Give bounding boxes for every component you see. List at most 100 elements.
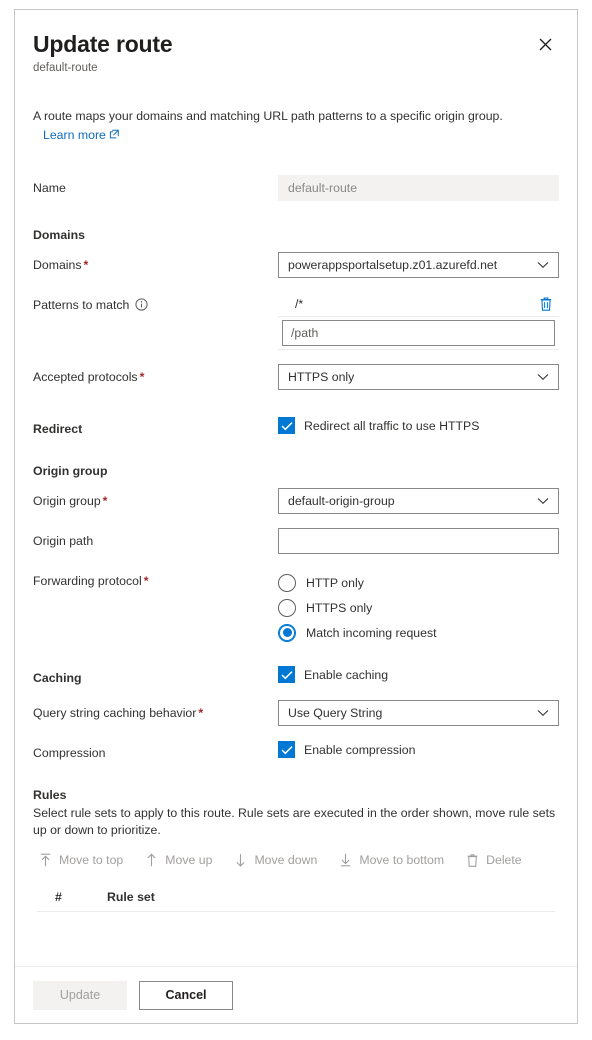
move-to-bottom-command[interactable]: Move to bottom: [335, 847, 452, 873]
forwarding-protocol-row: Forwarding protocol * HTTP only HTTPS onl…: [33, 568, 559, 645]
origin-path-label: Origin path: [33, 534, 94, 548]
rules-section-heading: Rules: [33, 788, 67, 802]
accepted-protocols-label: Accepted protocols *: [33, 364, 278, 385]
origin-path-input[interactable]: [278, 528, 559, 554]
origin-group-section-heading: Origin group: [33, 464, 108, 478]
rules-description: Select rule sets to apply to this route.…: [33, 806, 556, 837]
domains-dropdown-value: powerappsportalsetup.z01.azurefd.net: [288, 258, 498, 272]
close-button[interactable]: [531, 30, 559, 58]
accepted-protocols-dropdown[interactable]: HTTPS only: [278, 364, 559, 390]
domains-section-heading: Domains: [33, 228, 85, 242]
domains-row: Domains * powerappsportalsetup.z01.azuref…: [33, 252, 559, 278]
external-link-icon: [109, 127, 120, 145]
patterns-row: Patterns to match /*: [33, 292, 559, 350]
domains-label-text: Domains: [33, 258, 82, 272]
list-item: /*: [278, 292, 559, 317]
panel-header: Update route default-route: [33, 10, 559, 76]
query-string-label-text: Query string caching behavior: [33, 706, 197, 720]
enable-caching-row[interactable]: Enable caching: [278, 665, 559, 683]
enable-compression-checkbox[interactable]: [278, 741, 295, 758]
move-to-bottom-icon: [339, 853, 352, 867]
move-down-command[interactable]: Move down: [230, 847, 325, 873]
move-up-icon: [145, 853, 158, 867]
domains-dropdown[interactable]: powerappsportalsetup.z01.azurefd.net: [278, 252, 559, 278]
panel-footer: Update Cancel: [15, 966, 577, 1023]
close-icon: [539, 38, 551, 50]
chevron-down-icon: [537, 370, 549, 384]
column-header-index: #: [55, 890, 62, 904]
radio-option-match-incoming-request[interactable]: Match incoming request: [278, 620, 559, 645]
move-to-top-label: Move to top: [59, 853, 124, 867]
redirect-checkbox-row[interactable]: Redirect all traffic to use HTTPS: [278, 416, 559, 434]
chevron-down-icon: [537, 258, 549, 272]
forwarding-protocol-required-marker: *: [143, 574, 149, 588]
forwarding-protocol-label: Forwarding protocol *: [33, 568, 278, 589]
query-string-required-marker: *: [198, 706, 204, 720]
pattern-input[interactable]: [282, 320, 555, 346]
caching-row: Caching Enable caching: [33, 665, 559, 686]
name-field: default-route: [278, 175, 559, 201]
checkmark-icon: [280, 421, 293, 430]
origin-group-label: Origin group *: [33, 488, 278, 509]
panel-body: Update route default-route A route maps …: [15, 10, 577, 966]
origin-group-required-marker: *: [102, 494, 108, 508]
column-header-rule-set: Rule set: [107, 890, 155, 904]
rules-table-header: # Rule set: [33, 883, 559, 911]
enable-compression-row[interactable]: Enable compression: [278, 740, 559, 758]
learn-more-link[interactable]: Learn more: [43, 128, 106, 142]
move-to-top-icon: [39, 853, 52, 867]
update-route-panel: Update route default-route A route maps …: [14, 9, 578, 1024]
learn-more-row: Learn more: [33, 126, 559, 145]
move-to-top-command[interactable]: Move to top: [35, 847, 131, 873]
radio-label: Match incoming request: [306, 625, 437, 640]
compression-row: Compression Enable compression: [33, 740, 559, 761]
origin-path-row: Origin path: [33, 528, 559, 554]
origin-group-row: Origin group * default-origin-group: [33, 488, 559, 514]
origin-group-value: default-origin-group: [288, 494, 395, 508]
origin-group-dropdown[interactable]: default-origin-group: [278, 488, 559, 514]
panel-description: A route maps your domains and matching U…: [33, 109, 503, 123]
radio-option-https-only[interactable]: HTTPS only: [278, 595, 559, 620]
compression-label: Compression: [33, 746, 106, 760]
cancel-button[interactable]: Cancel: [139, 980, 233, 1010]
query-string-value: Use Query String: [288, 706, 383, 720]
delete-pattern-button[interactable]: [535, 293, 557, 315]
radio-indicator-selected: [278, 623, 296, 642]
accepted-protocols-row: Accepted protocols * HTTPS only: [33, 364, 559, 390]
move-to-bottom-label: Move to bottom: [359, 853, 445, 867]
radio-option-http-only[interactable]: HTTP only: [278, 570, 559, 595]
query-string-dropdown[interactable]: Use Query String: [278, 700, 559, 726]
rules-command-bar: Move to top Move up Move down Move to bo…: [33, 847, 559, 873]
patterns-label: Patterns to match: [33, 292, 278, 315]
rules-table-divider: [37, 911, 555, 912]
enable-caching-label: Enable caching: [304, 667, 389, 682]
chevron-down-icon: [537, 706, 549, 720]
checkmark-icon: [280, 670, 293, 679]
redirect-heading: Redirect: [33, 422, 83, 436]
query-string-label: Query string caching behavior *: [33, 700, 278, 721]
enable-compression-label: Enable compression: [304, 742, 416, 757]
accepted-protocols-required-marker: *: [139, 370, 145, 384]
redirect-checkbox[interactable]: [278, 417, 295, 434]
accepted-protocols-value: HTTPS only: [288, 370, 355, 384]
patterns-label-text: Patterns to match: [33, 298, 130, 312]
pattern-input-row: [278, 317, 559, 350]
move-down-icon: [234, 853, 247, 867]
pattern-value: /*: [295, 297, 304, 311]
enable-caching-checkbox[interactable]: [278, 666, 295, 683]
domains-label: Domains *: [33, 252, 278, 273]
delete-label: Delete: [486, 853, 522, 867]
origin-group-label-text: Origin group: [33, 494, 101, 508]
forwarding-protocol-radio-group: HTTP only HTTPS only Match incoming requ…: [278, 568, 559, 645]
delete-icon: [466, 853, 479, 868]
info-icon[interactable]: [135, 298, 148, 315]
radio-label: HTTPS only: [306, 600, 373, 615]
page-subtitle: default-route: [33, 62, 98, 74]
delete-command[interactable]: Delete: [462, 847, 530, 873]
update-button[interactable]: Update: [33, 980, 127, 1010]
forwarding-protocol-label-text: Forwarding protocol: [33, 574, 142, 588]
move-up-label: Move up: [165, 853, 213, 867]
patterns-list: /*: [278, 292, 559, 350]
accepted-protocols-label-text: Accepted protocols: [33, 370, 138, 384]
move-up-command[interactable]: Move up: [141, 847, 220, 873]
